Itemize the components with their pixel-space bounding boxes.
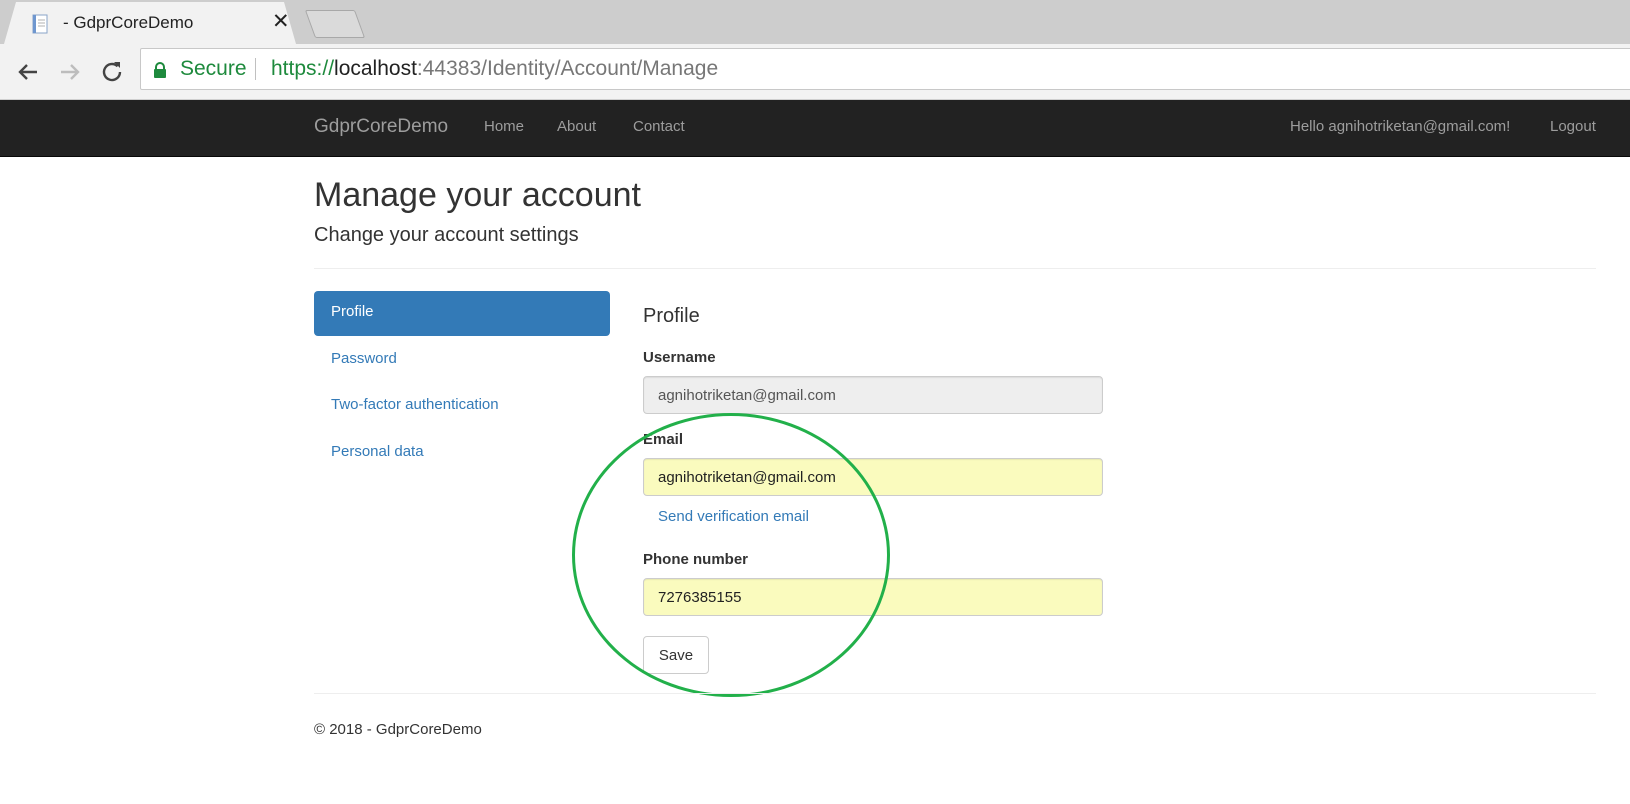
sidenav-item-profile[interactable]: Profile xyxy=(314,291,610,336)
back-arrow-icon[interactable] xyxy=(13,57,43,87)
address-bar[interactable]: Secure https://localhost:44383/Identity/… xyxy=(140,48,1630,90)
page-title: Manage your account xyxy=(314,176,641,214)
username-field xyxy=(643,376,1103,414)
phone-number-field[interactable] xyxy=(643,578,1103,616)
browser-tab[interactable]: - GdprCoreDemo ✕ xyxy=(4,2,296,44)
url-text[interactable]: https://localhost:44383/Identity/Account… xyxy=(271,57,718,81)
send-verification-email-link[interactable]: Send verification email xyxy=(658,508,809,525)
page-subtitle: Change your account settings xyxy=(314,224,579,246)
header-divider xyxy=(314,268,1596,269)
site-navbar: GdprCoreDemo Home About Contact Hello ag… xyxy=(0,100,1630,157)
nav-greeting-link[interactable]: Hello agnihotriketan@gmail.com! xyxy=(1290,118,1510,135)
url-host: localhost xyxy=(334,57,417,80)
nav-logout-link[interactable]: Logout xyxy=(1550,118,1596,135)
username-label: Username xyxy=(643,349,716,366)
page-icon xyxy=(32,14,48,34)
url-path: :44383/Identity/Account/Manage xyxy=(416,57,719,80)
nav-link-about[interactable]: About xyxy=(557,118,596,135)
footer-copyright: © 2018 - GdprCoreDemo xyxy=(314,721,482,738)
nav-link-home[interactable]: Home xyxy=(484,118,524,135)
lock-icon xyxy=(154,62,166,78)
sidenav-item-personal-data[interactable]: Personal data xyxy=(314,431,610,476)
phone-label: Phone number xyxy=(643,551,749,568)
profile-heading: Profile xyxy=(643,305,700,327)
sidenav-item-two-factor[interactable]: Two-factor authentication xyxy=(314,384,610,429)
new-tab-button[interactable] xyxy=(304,10,366,38)
secure-label: Secure xyxy=(180,57,247,80)
reload-icon[interactable] xyxy=(97,57,127,87)
footer-divider xyxy=(314,693,1596,694)
forward-arrow-icon[interactable] xyxy=(55,57,85,87)
email-field[interactable] xyxy=(643,458,1103,496)
close-tab-icon[interactable]: ✕ xyxy=(272,11,290,32)
url-scheme: https:// xyxy=(271,57,335,80)
navbar-brand[interactable]: GdprCoreDemo xyxy=(314,116,448,138)
save-button[interactable]: Save xyxy=(643,636,709,674)
tab-title: - GdprCoreDemo xyxy=(63,13,194,32)
browser-tab-strip: - GdprCoreDemo ✕ xyxy=(0,0,1630,44)
browser-toolbar: Secure https://localhost:44383/Identity/… xyxy=(0,44,1630,100)
address-bar-divider xyxy=(255,58,256,80)
sidenav-item-password[interactable]: Password xyxy=(314,338,610,383)
email-label: Email xyxy=(643,431,684,448)
nav-link-contact[interactable]: Contact xyxy=(633,118,685,135)
